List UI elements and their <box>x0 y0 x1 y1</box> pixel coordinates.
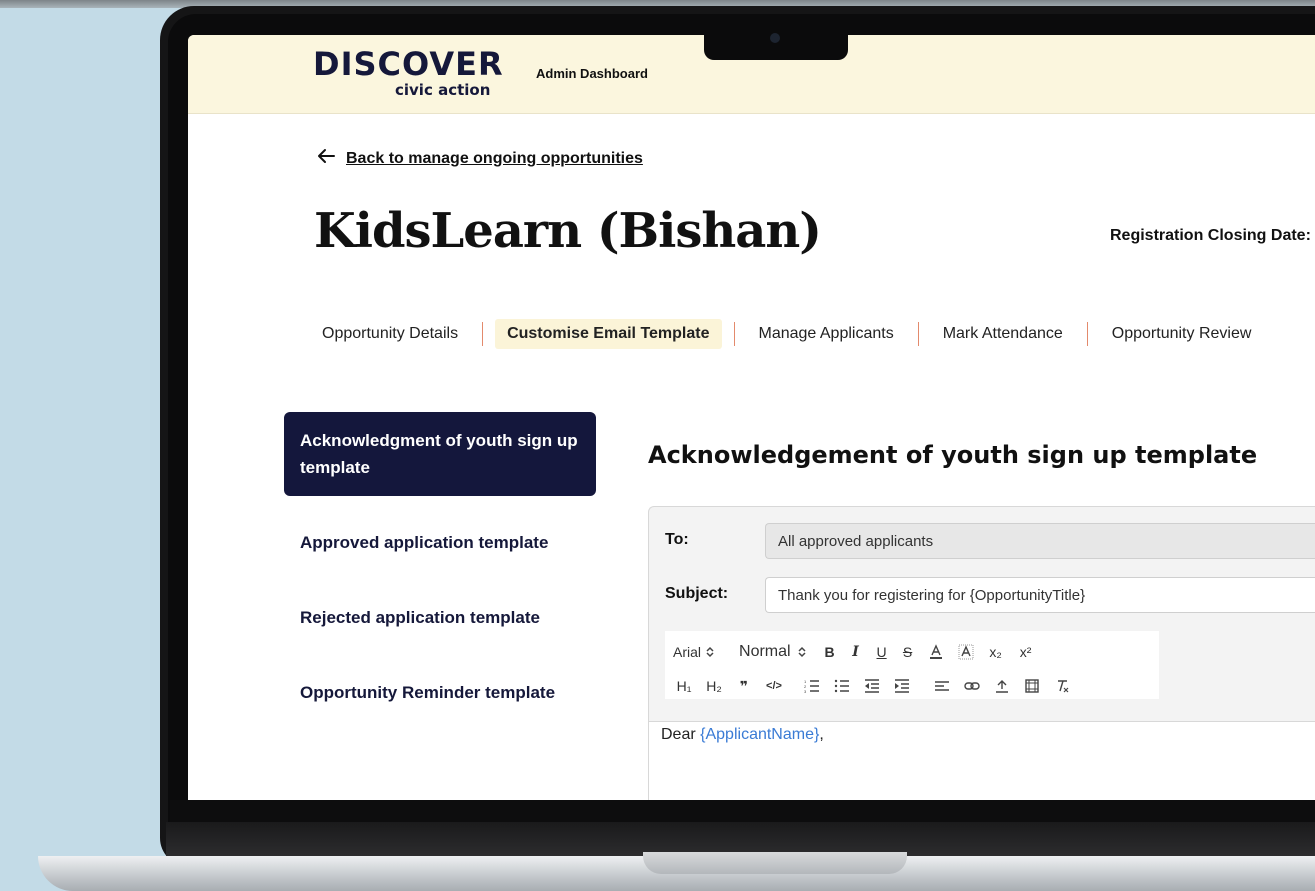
to-label: To: <box>665 531 689 548</box>
blockquote-button[interactable]: ❞ <box>733 674 755 698</box>
back-link[interactable]: Back to manage ongoing opportunities <box>316 148 643 169</box>
body-punctuation: , <box>819 726 824 743</box>
page-title: KidsLearn (Bishan) <box>314 203 822 259</box>
logo[interactable]: DISCOVER civic action <box>313 47 503 99</box>
tab-mark-attendance[interactable]: Mark Attendance <box>931 319 1075 349</box>
ordered-list-icon[interactable]: 123 <box>801 674 823 698</box>
logo-word: DISCOVER <box>313 45 504 83</box>
admin-dashboard-link[interactable]: Admin Dashboard <box>536 66 648 81</box>
indent-icon[interactable] <box>891 674 913 698</box>
arrow-left-icon <box>316 148 336 169</box>
clear-format-icon[interactable] <box>1051 674 1073 698</box>
sidebar-item-rejected[interactable]: Rejected application template <box>284 604 596 631</box>
template-sidebar: Acknowledgment of youth sign up template… <box>284 412 596 706</box>
laptop-thumb-notch <box>643 852 907 874</box>
email-body-editor[interactable]: Dear {ApplicantName}, <box>649 721 1315 800</box>
sidebar-item-acknowledgment[interactable]: Acknowledgment of youth sign up template <box>284 412 596 496</box>
upload-icon[interactable] <box>991 674 1013 698</box>
sidebar-item-reminder[interactable]: Opportunity Reminder template <box>284 679 596 706</box>
email-body-text: Dear {ApplicantName}, <box>661 726 824 744</box>
registration-closing-label: Registration Closing Date: <box>1110 227 1311 244</box>
superscript-button[interactable]: x² <box>1015 640 1037 664</box>
tab-opportunity-review[interactable]: Opportunity Review <box>1100 319 1264 349</box>
subscript-button[interactable]: x₂ <box>985 640 1007 664</box>
underline-button[interactable]: U <box>873 640 891 664</box>
sidebar-item-approved[interactable]: Approved application template <box>284 529 596 556</box>
tab-separator <box>733 322 735 346</box>
tab-separator <box>917 322 919 346</box>
subject-input[interactable]: Thank you for registering for {Opportuni… <box>765 577 1315 613</box>
svg-text:3: 3 <box>804 689 807 693</box>
tab-opportunity-details[interactable]: Opportunity Details <box>310 319 470 349</box>
outdent-icon[interactable] <box>861 674 883 698</box>
camera-icon <box>770 33 780 43</box>
back-link-label: Back to manage ongoing opportunities <box>346 149 643 167</box>
toolbar-row-blocks: H₁ H₂ ❞ </> 123 <box>673 673 1081 699</box>
applicant-name-placeholder: {ApplicantName} <box>700 726 820 743</box>
size-select-value: Normal <box>739 643 791 660</box>
select-arrows-icon <box>798 646 806 658</box>
logo-subtitle: civic action <box>395 81 491 99</box>
tab-separator <box>482 322 484 346</box>
font-select[interactable]: Arial <box>673 640 715 664</box>
bullet-list-icon[interactable] <box>831 674 853 698</box>
align-icon[interactable] <box>931 674 953 698</box>
font-select-value: Arial <box>673 644 702 660</box>
tab-bar: Opportunity Details Customise Email Temp… <box>310 316 1263 352</box>
bold-button[interactable]: B <box>821 640 839 664</box>
laptop-hinge <box>166 822 1315 856</box>
toolbar-row-formatting: Arial Normal B I U S x₂ x² <box>673 639 1045 665</box>
body-greeting: Dear <box>661 726 696 743</box>
video-icon[interactable] <box>1021 674 1043 698</box>
tab-separator <box>1086 322 1088 346</box>
heading1-button[interactable]: H₁ <box>673 674 695 698</box>
link-icon[interactable] <box>961 674 983 698</box>
template-title: Acknowledgement of youth sign up templat… <box>648 441 1258 469</box>
heading2-button[interactable]: H₂ <box>703 674 725 698</box>
italic-button[interactable]: I <box>847 640 865 664</box>
screen: DISCOVER civic action Admin Dashboard Ba… <box>188 35 1315 800</box>
code-block-button[interactable]: </> <box>763 674 785 698</box>
tab-customise-email-template[interactable]: Customise Email Template <box>495 319 722 349</box>
strikethrough-button[interactable]: S <box>899 640 917 664</box>
text-color-icon[interactable] <box>925 640 947 664</box>
subject-label: Subject: <box>665 585 729 602</box>
size-select[interactable]: Normal <box>739 640 807 664</box>
editor-toolbar: Arial Normal B I U S x₂ x² H₁ H₂ ❞ </> 1… <box>665 631 1159 699</box>
to-field[interactable]: All approved applicants <box>765 523 1315 559</box>
email-editor: To: All approved applicants Subject: Tha… <box>648 506 1315 800</box>
bottom-bezel <box>170 800 1315 822</box>
select-arrows-icon <box>706 646 714 658</box>
highlight-color-icon[interactable] <box>955 640 977 664</box>
tab-manage-applicants[interactable]: Manage Applicants <box>747 319 906 349</box>
